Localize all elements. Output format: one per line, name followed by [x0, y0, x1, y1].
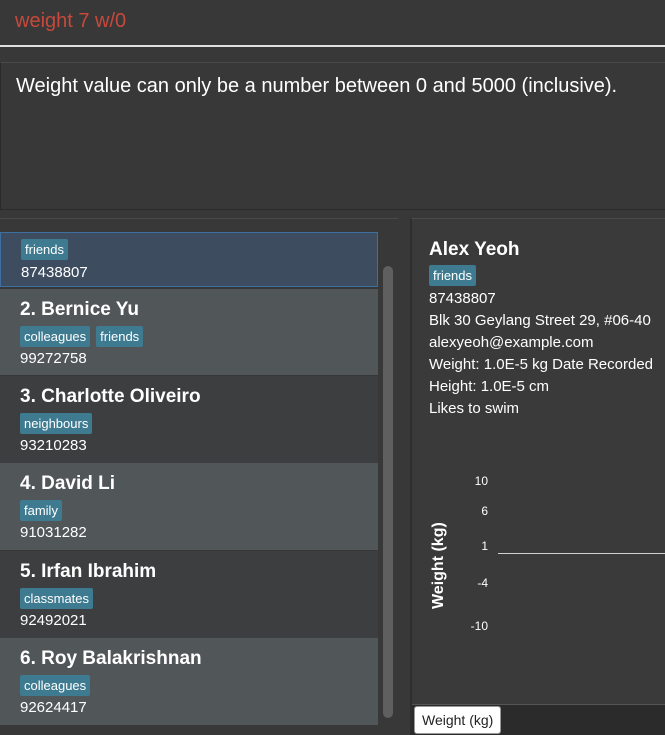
result-message: Weight value can only be a number betwee… [16, 75, 618, 97]
result-display: Weight value can only be a number betwee… [0, 62, 665, 210]
person-phone: 87438807 [21, 264, 88, 281]
person-detail-panel: Alex Yeoh friends 87438807 Blk 30 Geylan… [410, 218, 665, 735]
detail-height: Height: 1.0E-5 cm [429, 378, 550, 395]
detail-phone: 87438807 [429, 290, 496, 307]
tag: colleagues [20, 326, 91, 347]
person-tags: neighbours [20, 413, 93, 434]
person-tags: classmates [20, 588, 94, 609]
command-input[interactable]: weight 7 w/0 [15, 10, 126, 33]
y-tick-label: -4 [477, 576, 488, 590]
detail-remark: Likes to swim [429, 400, 520, 417]
person-tags: colleagues friends [20, 326, 144, 347]
list-scrollbar[interactable] [383, 266, 393, 718]
y-tick-label: 10 [474, 474, 488, 488]
person-phone: 92624417 [20, 699, 87, 716]
person-tags: family [20, 500, 62, 521]
person-card-selected[interactable]: friends 87438807 [0, 232, 378, 287]
person-phone: 99272758 [20, 350, 87, 367]
person-card[interactable]: 3. Charlotte Oliveiro neighbours 9321028… [0, 376, 378, 463]
person-tags: friends [21, 239, 69, 260]
person-name: 6. Roy Balakrishnan [20, 648, 202, 669]
person-phone: 93210283 [20, 437, 87, 454]
person-card[interactable]: 6. Roy Balakrishnan colleagues 92624417 [0, 638, 378, 725]
detail-name: Alex Yeoh [429, 239, 520, 260]
tag: family [20, 500, 62, 521]
tag: colleagues [20, 675, 91, 696]
person-name: 2. Bernice Yu [20, 299, 139, 320]
person-card[interactable]: 4. David Li family 91031282 [0, 463, 378, 550]
person-name: 3. Charlotte Oliveiro [20, 386, 201, 407]
tag: friends [21, 239, 69, 260]
person-phone: 91031282 [20, 524, 87, 541]
detail-weight: Weight: 1.0E-5 kg Date Recorded [429, 356, 654, 373]
person-card[interactable]: 2. Bernice Yu colleagues friends 9927275… [0, 289, 378, 375]
command-underline [0, 45, 665, 47]
tag: friends [96, 326, 144, 347]
person-name: 5. Irfan Ibrahim [20, 561, 157, 582]
person-card[interactable]: 5. Irfan Ibrahim classmates 92492021 [0, 551, 378, 638]
person-list[interactable]: friends 87438807 2. Bernice Yu colleague… [0, 218, 398, 735]
tag: classmates [20, 588, 94, 609]
person-tags: colleagues [20, 675, 91, 696]
command-box[interactable]: weight 7 w/0 [0, 0, 665, 48]
tag: neighbours [20, 413, 93, 434]
y-tick-label: 1 [481, 539, 488, 553]
y-tick-label: 6 [481, 504, 488, 518]
person-name: 4. David Li [20, 473, 116, 494]
person-phone: 92492021 [20, 612, 87, 629]
detail-tag: friends [429, 265, 477, 286]
weight-series-line [498, 553, 665, 554]
detail-address: Blk 30 Geylang Street 29, #06-40 [429, 312, 651, 329]
chart-legend: Weight (kg) [414, 706, 502, 734]
chart-y-axis-label: Weight (kg) [430, 522, 447, 609]
detail-email: alexyeoh@example.com [429, 334, 594, 351]
y-tick-label: -10 [470, 619, 488, 633]
